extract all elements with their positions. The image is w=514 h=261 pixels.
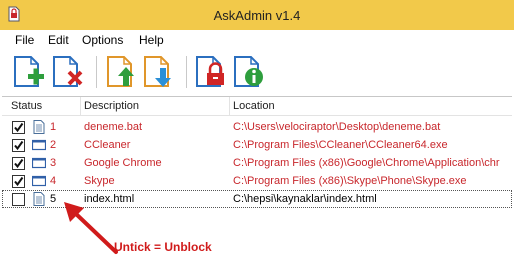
list-item[interactable]: 2 CCleaner C:\Program Files\CCleaner\CCl… (2, 136, 512, 154)
row-number: 4 (50, 175, 57, 187)
window-icon (32, 157, 46, 169)
annotation-arrow-icon (64, 202, 118, 254)
title-bar: AskAdmin v1.4 (0, 0, 514, 30)
checkmark-icon (14, 176, 24, 187)
list-header: Status Description Location (2, 97, 512, 116)
toolbar (0, 50, 514, 96)
status-checkbox[interactable] (12, 175, 25, 188)
row-description: CCleaner (84, 139, 131, 151)
document-icon (33, 192, 45, 206)
checkmark-icon (14, 122, 24, 133)
annotation-text: Untick = Unblock (114, 240, 212, 254)
row-number: 1 (50, 121, 57, 133)
checkmark-icon (14, 158, 24, 169)
column-header-description[interactable]: Description (84, 100, 139, 112)
menu-options[interactable]: Options (82, 33, 123, 47)
row-description: Google Chrome (84, 157, 162, 169)
toolbar-separator (186, 56, 187, 88)
status-checkbox[interactable] (12, 157, 25, 170)
row-number: 2 (50, 139, 57, 151)
menu-help[interactable]: Help (139, 33, 164, 47)
column-header-location[interactable]: Location (233, 100, 275, 112)
column-divider[interactable] (229, 97, 230, 116)
remove-file-icon[interactable] (51, 54, 85, 90)
menu-file[interactable]: File (15, 33, 34, 47)
toolbar-separator (96, 56, 97, 88)
row-location: C:\Program Files (x86)\Skype\Phone\Skype… (233, 175, 467, 187)
list-item[interactable]: 4 Skype C:\Program Files (x86)\Skype\Pho… (2, 172, 512, 190)
status-checkbox[interactable] (12, 121, 25, 134)
window-icon (32, 139, 46, 151)
add-file-icon[interactable] (12, 54, 46, 90)
window-icon (32, 175, 46, 187)
window-title: AskAdmin v1.4 (213, 8, 301, 23)
status-checkbox[interactable] (12, 193, 25, 206)
row-location: C:\Program Files\CCleaner\CCleaner64.exe (233, 139, 448, 151)
row-description: deneme.bat (84, 121, 143, 133)
list-item[interactable]: 1 deneme.bat C:\Users\velociraptor\Deskt… (2, 118, 512, 136)
move-up-icon[interactable] (105, 54, 139, 90)
document-icon (33, 120, 45, 134)
move-down-icon[interactable] (142, 54, 176, 90)
list-item[interactable]: 3 Google Chrome C:\Program Files (x86)\G… (2, 154, 512, 172)
column-header-status[interactable]: Status (11, 100, 42, 112)
checkmark-icon (14, 140, 24, 151)
menu-edit[interactable]: Edit (48, 33, 69, 47)
menu-bar: File Edit Options Help (0, 30, 514, 50)
row-location: C:\hepsi\kaynaklar\index.html (233, 193, 377, 205)
info-icon[interactable] (232, 54, 266, 90)
row-location: C:\Users\velociraptor\Desktop\deneme.bat (233, 121, 441, 133)
column-divider[interactable] (80, 97, 81, 116)
row-location: C:\Program Files (x86)\Google\Chrome\App… (233, 157, 500, 169)
status-checkbox[interactable] (12, 139, 25, 152)
lock-icon[interactable] (194, 54, 228, 90)
row-description: Skype (84, 175, 115, 187)
row-number: 3 (50, 157, 57, 169)
